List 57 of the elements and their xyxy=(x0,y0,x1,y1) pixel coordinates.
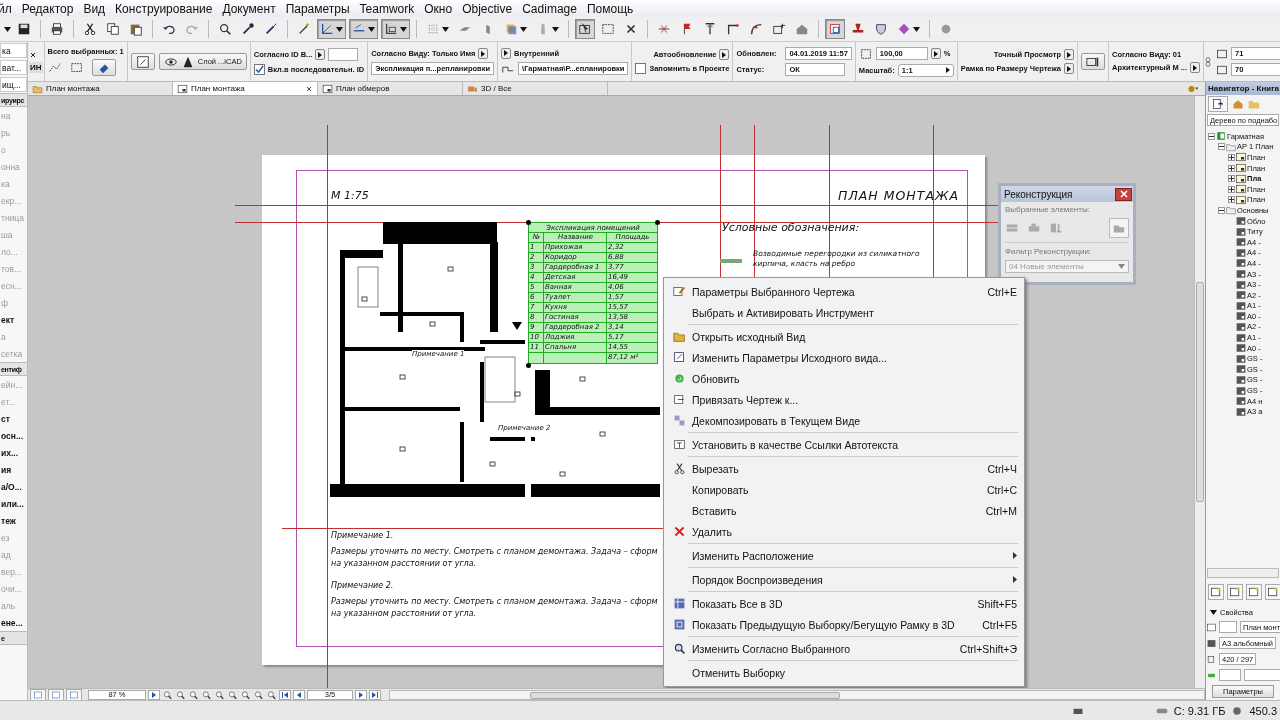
toolbox-item[interactable]: ене... xyxy=(0,614,27,631)
panel-tab[interactable]: ищ... xyxy=(0,77,27,92)
note-text: Размеры уточнить по месту. Смотреть с планом демонтажа. Задача – сформ xyxy=(331,597,658,606)
toolbox-item[interactable]: ект xyxy=(0,311,27,328)
menu-item[interactable]: Порядок Воспроизведения xyxy=(666,569,1022,590)
note-text: на указанном расстоянии от угла. xyxy=(331,559,477,568)
menu-item[interactable]: Копировать Ctrl+C xyxy=(666,479,1022,500)
menu-item[interactable]: Окно xyxy=(424,1,453,16)
menu-item[interactable]: Изменить Согласно Выбранного Ctrl+Shift+Э xyxy=(666,638,1022,659)
toolbox-item[interactable]: их... xyxy=(0,444,27,461)
menu-item[interactable]: Редактор xyxy=(21,1,74,16)
toolbox-item[interactable]: теж xyxy=(0,512,27,529)
memory-text: 450.3 xyxy=(1249,704,1277,717)
toolbox-item[interactable]: осн... xyxy=(0,427,27,444)
toolbox-item[interactable]: или... xyxy=(0,495,27,512)
menu-item[interactable]: Выбрать и Активировать Инструмент xyxy=(666,302,1022,323)
menu-item[interactable]: Вырезать Ctrl+Ч xyxy=(666,458,1022,479)
selected-elements-label: Выбранные элементы: xyxy=(1005,205,1091,214)
menu-item[interactable]: Вставить Ctrl+M xyxy=(666,500,1022,521)
menu-item[interactable]: Показать Предыдущую Выборку/Бегущую Рамку в 3D Ctrl+F5 xyxy=(666,614,1022,635)
filter-label: Фильтр Реконструкции: xyxy=(1005,247,1093,256)
panel-title: Навигатор - Книга xyxy=(1206,82,1280,95)
scale-text: М 1:75 xyxy=(331,189,369,202)
menu-item[interactable]: Параметры Выбранного Чертежа Ctrl+E xyxy=(666,281,1022,302)
menu-item[interactable]: Удалить xyxy=(666,521,1022,542)
tab[interactable]: План монтажа xyxy=(173,82,318,95)
menu-item[interactable]: Отменить Выборку xyxy=(666,662,1022,683)
menu-item[interactable]: Обновить xyxy=(666,368,1022,389)
toolbox-item[interactable]: а/О... xyxy=(0,478,27,495)
menu-item[interactable]: Установить в качестве Ссылки Автотекста xyxy=(666,434,1022,455)
menu-item[interactable]: Привязать Чертеж к... xyxy=(666,389,1022,410)
menu-item[interactable]: Документ xyxy=(222,1,276,16)
info-box-tab[interactable]: ИН xyxy=(29,61,43,73)
note-text: на указанном расстоянии от угла. xyxy=(331,609,477,618)
toolbox-item[interactable]: ст xyxy=(0,410,27,427)
menu-item[interactable]: Objective xyxy=(462,1,513,16)
menu-item[interactable]: Конструирование xyxy=(115,1,213,16)
palette-title: Реконструкция xyxy=(1004,188,1073,200)
panel-tab[interactable]: ка xyxy=(0,43,27,58)
menu-item[interactable]: Teamwork xyxy=(359,1,415,16)
tab[interactable]: 3D / Все xyxy=(463,82,608,95)
toolbox-item[interactable]: ия xyxy=(0,461,27,478)
menu-item[interactable]: Изменить Параметры Исходного вида... xyxy=(666,347,1022,368)
menu-item[interactable]: Изменить Расположение xyxy=(666,545,1022,566)
panel-tab[interactable]: ват... xyxy=(0,60,27,75)
menu-item[interactable]: Вид xyxy=(83,1,106,16)
disk-space-text: C: 9.31 ГБ xyxy=(1173,704,1226,717)
note-title: Примечание 2. xyxy=(331,581,394,590)
note-title: Примечание 1. xyxy=(331,531,394,540)
menu-item[interactable]: Параметры xyxy=(285,1,350,16)
tab[interactable]: План обмеров xyxy=(318,82,463,95)
menu-item[interactable]: Открыть исходный Вид xyxy=(666,326,1022,347)
menu-item[interactable]: Помощь xyxy=(586,1,634,16)
menu-item[interactable]: Декомпозировать в Текущем Виде xyxy=(666,410,1022,431)
menu-item[interactable]: Cadimage xyxy=(522,1,577,16)
note-text: Размеры уточнить по месту. Смотреть с планом демонтажа. Задача – сформ xyxy=(331,547,658,556)
menu-item[interactable]: Показать Все в 3D Shift+F5 xyxy=(666,593,1022,614)
